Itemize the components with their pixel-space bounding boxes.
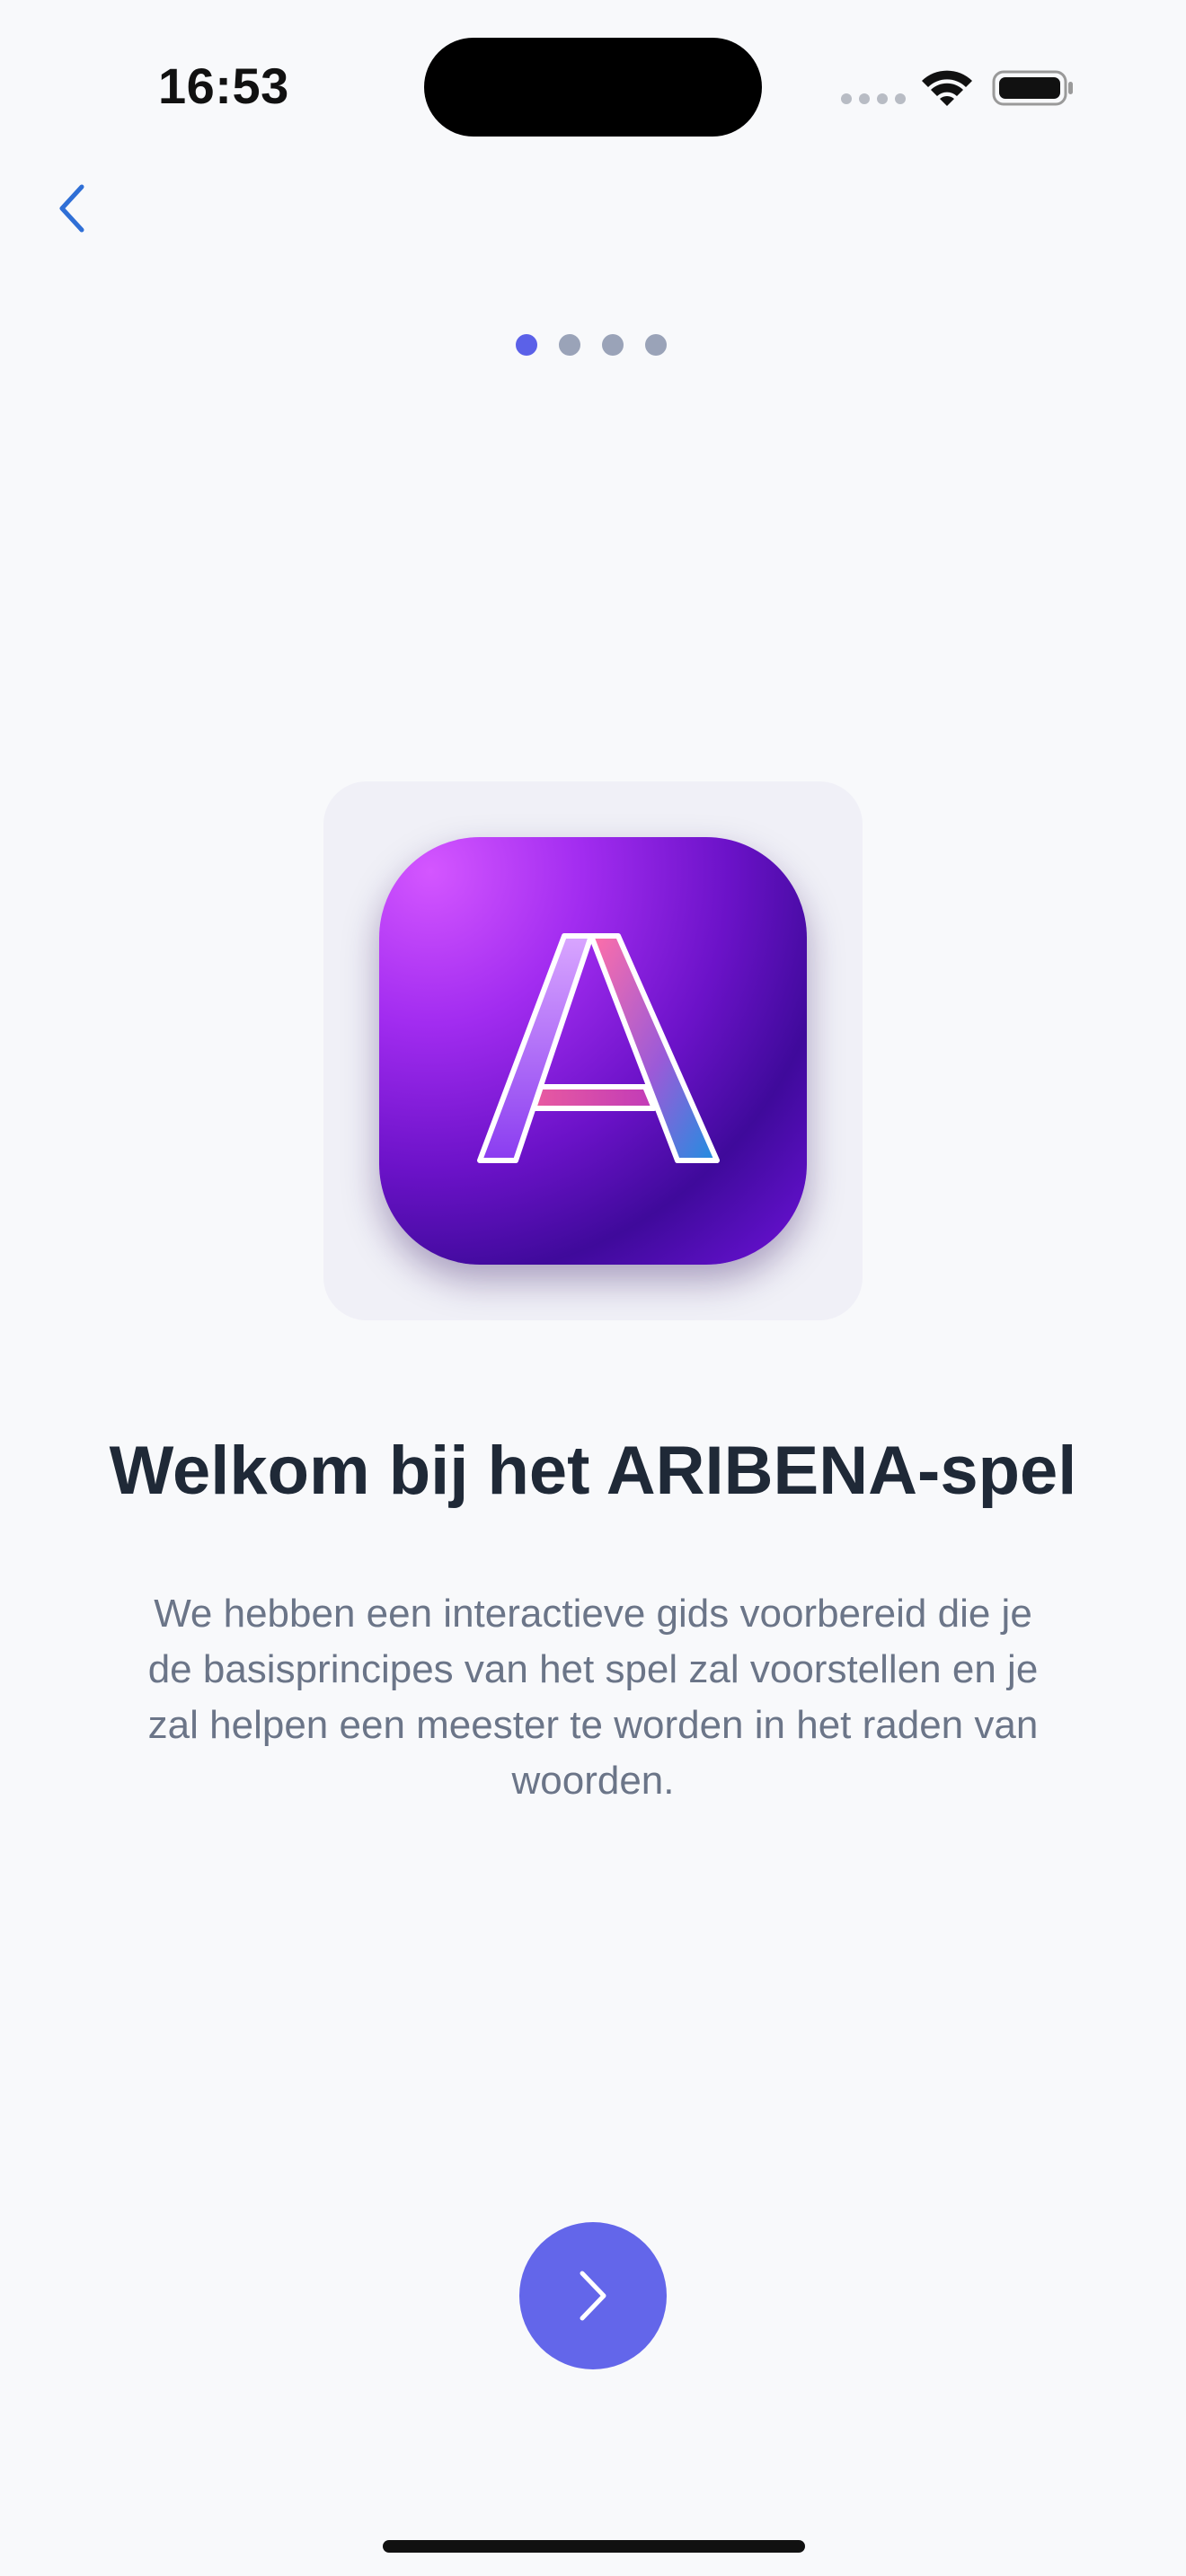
page-indicator [516,334,667,356]
dynamic-island [424,38,762,137]
battery-full-icon [992,70,1073,106]
chevron-right-icon [580,2271,606,2321]
page-dot-4[interactable] [645,334,667,356]
page-dot-3[interactable] [602,334,624,356]
next-button[interactable] [519,2222,667,2369]
page-dot-1[interactable] [516,334,537,356]
status-time: 16:53 [158,57,289,114]
onboarding-screen: 16:53 Welkom bij het ARIBENA-spel We heb… [0,0,1186,2576]
logo-card [323,781,863,1320]
page-title: Welkom bij het ARIBENA-spel [109,1433,1077,1509]
home-indicator[interactable] [383,2540,805,2553]
cellular-signal-icon [841,93,906,104]
wifi-icon [922,70,972,106]
chevron-left-icon [59,184,84,233]
letter-a-app-icon [379,837,807,1265]
page-dot-2[interactable] [559,334,580,356]
back-button[interactable] [43,176,101,241]
intro-description: We hebben een interactieve gids voorbere… [147,1592,1039,1803]
